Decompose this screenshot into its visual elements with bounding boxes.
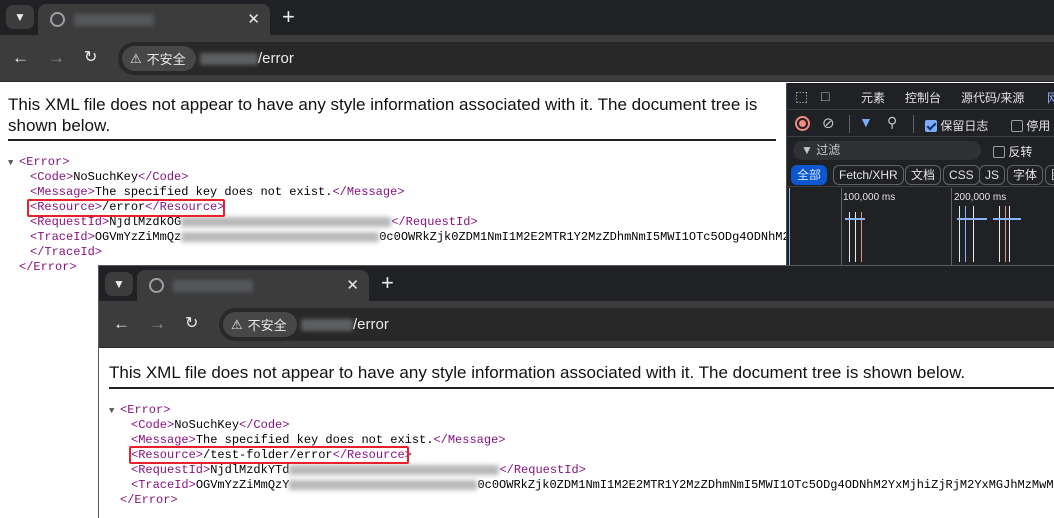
close-tab-icon[interactable]: ✕ <box>247 10 260 28</box>
tab-strip: ▼ ✕ + <box>99 266 1054 301</box>
close-tab-icon[interactable]: ✕ <box>346 276 359 294</box>
page-content: This XML file does not appear to have an… <box>99 349 1054 518</box>
filter-all[interactable]: 全部 <box>791 165 828 185</box>
browser-tab[interactable]: ✕ <box>137 270 369 301</box>
redacted-value <box>289 479 478 490</box>
warning-triangle-icon: ⚠ <box>130 50 142 66</box>
xml-traceid-line: <TraceId>OGVmYzZiMmQz 0c0OWRkZjk0ZDM1NmI1… <box>30 230 797 244</box>
xml-code-line: <Code>NoSuchKey</Code> <box>30 170 189 184</box>
tab-strip: ▼ ✕ + <box>0 0 1054 35</box>
filter-icon[interactable]: ▼ <box>859 114 873 130</box>
security-chip-label: 不安全 <box>247 318 287 333</box>
tab-elements[interactable]: 元素 <box>861 89 885 106</box>
xml-traceid-close: </TraceId> <box>30 245 103 259</box>
new-tab-button[interactable]: + <box>282 6 295 28</box>
record-icon[interactable] <box>795 116 810 131</box>
filter-fetch-xhr[interactable]: Fetch/XHR <box>833 165 904 185</box>
timeline-label: 100,000 ms <box>843 192 896 203</box>
redacted-value <box>181 216 392 227</box>
xml-open-tag: <Error> <box>19 155 70 169</box>
preserve-log-toggle[interactable]: 保留日志 <box>925 117 988 134</box>
highlight-box <box>129 446 409 464</box>
url-path: /error <box>258 50 294 67</box>
filter-img[interactable]: 图 <box>1045 165 1054 185</box>
collapse-triangle-icon[interactable]: ▼ <box>109 404 120 419</box>
reload-button[interactable]: ↻ <box>84 49 97 67</box>
collapse-triangle-icon[interactable]: ▼ <box>8 156 19 171</box>
xml-traceid-line: <TraceId>OGVmYzZiMmQzY 0c0OWRkZjk0ZDM1NmI… <box>131 478 1054 492</box>
filter-js[interactable]: JS <box>979 165 1006 185</box>
security-chip-label: 不安全 <box>146 52 186 67</box>
globe-icon <box>149 278 164 293</box>
device-toolbar-icon[interactable]: □ <box>821 88 829 104</box>
reload-button[interactable]: ↻ <box>185 315 198 333</box>
filter-doc[interactable]: 文档 <box>905 165 942 185</box>
checkbox-icon <box>1011 120 1023 132</box>
url-host-redacted <box>200 53 258 65</box>
inspect-element-icon[interactable]: ⬚ <box>795 88 808 105</box>
browser-tab[interactable]: ✕ <box>38 4 270 35</box>
forward-button[interactable]: → <box>48 49 65 67</box>
warning-triangle-icon: ⚠ <box>231 316 243 332</box>
timeline-label: 200,000 ms <box>954 192 1007 203</box>
new-tab-button[interactable]: + <box>381 272 394 294</box>
back-button[interactable]: ← <box>12 49 29 67</box>
security-chip[interactable]: ⚠ 不安全 <box>122 46 196 71</box>
globe-icon <box>50 12 65 27</box>
network-timeline[interactable]: 100,000 ms 200,000 ms <box>787 188 1054 265</box>
forward-button[interactable]: → <box>149 315 166 333</box>
devtools-panel: ⬚ □ 元素 控制台 源代码/来源 网 ⊘ ▼ ⚲ 保留日志 停用 ▼ 过滤 反… <box>786 83 1054 265</box>
tab-search-button[interactable]: ▼ <box>6 5 34 29</box>
devtools-tab-bar: ⬚ □ 元素 控制台 源代码/来源 网 <box>787 83 1054 110</box>
tab-network[interactable]: 网 <box>1047 89 1054 106</box>
redacted-value <box>181 231 380 242</box>
security-chip[interactable]: ⚠ 不安全 <box>223 312 297 337</box>
xml-style-notice: This XML file does not appear to have an… <box>8 95 758 135</box>
filter-css[interactable]: CSS <box>943 165 980 185</box>
back-button[interactable]: ← <box>113 315 130 333</box>
filter-row: ▼ 过滤 反转 <box>787 138 1054 162</box>
network-controls: ⊘ ▼ ⚲ 保留日志 停用 <box>787 111 1054 137</box>
tab-console[interactable]: 控制台 <box>905 89 941 106</box>
tab-search-button[interactable]: ▼ <box>105 272 133 296</box>
checkbox-checked-icon <box>925 120 937 132</box>
filter-font[interactable]: 字体 <box>1007 165 1044 185</box>
filter-icon: ▼ <box>801 143 813 157</box>
tab-sources[interactable]: 源代码/来源 <box>961 89 1024 106</box>
tab-title-redacted <box>173 280 253 292</box>
url-path: /error <box>353 316 389 333</box>
xml-code-line: <Code>NoSuchKey</Code> <box>131 418 290 432</box>
browser-toolbar: ← → ↻ ⚠ 不安全 /error <box>99 301 1054 348</box>
browser-window-front: ▼ ✕ + ← → ↻ ⚠ 不安全 /error This XML file d… <box>98 265 1054 518</box>
divider <box>8 139 776 141</box>
disable-cache-toggle[interactable]: 停用 <box>1011 117 1050 134</box>
address-bar[interactable]: ⚠ 不安全 /error <box>118 42 1054 75</box>
redacted-value <box>289 464 500 475</box>
clear-icon[interactable]: ⊘ <box>822 114 835 132</box>
xml-open-tag: <Error> <box>120 403 171 417</box>
invert-toggle[interactable]: 反转 <box>993 143 1032 160</box>
divider <box>109 387 1054 389</box>
highlight-box <box>27 199 225 217</box>
browser-toolbar: ← → ↻ ⚠ 不安全 /error <box>0 35 1054 82</box>
url-host-redacted <box>301 319 353 331</box>
xml-style-notice: This XML file does not appear to have an… <box>109 363 966 382</box>
xml-close-tag: </Error> <box>120 493 178 507</box>
tab-title-redacted <box>74 14 154 26</box>
xml-message-line: <Message>The specified key does not exis… <box>30 185 405 199</box>
xml-requestid-line: <RequestId>NjdlMzdkOG </RequestId> <box>30 215 478 229</box>
xml-requestid-line: <RequestId>NjdlMzdkYTd </RequestId> <box>131 463 586 477</box>
filter-input[interactable]: ▼ 过滤 <box>793 141 981 160</box>
type-filter-bar: 全部 Fetch/XHR 文档 CSS JS 字体 图 <box>787 163 1054 187</box>
search-icon[interactable]: ⚲ <box>887 114 897 131</box>
address-bar[interactable]: ⚠ 不安全 /error <box>219 308 1054 341</box>
checkbox-icon <box>993 146 1005 158</box>
